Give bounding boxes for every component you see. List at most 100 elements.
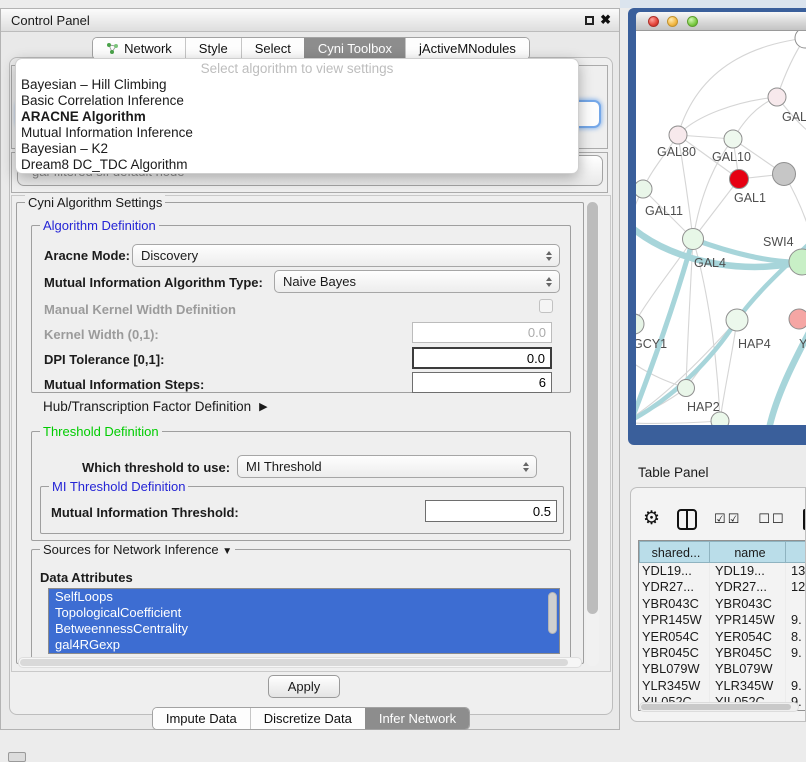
- expanded-arrow-icon[interactable]: ▼: [222, 546, 232, 557]
- dropdown-item-selected[interactable]: ARACNE Algorithm: [16, 109, 578, 125]
- which-threshold-combobox[interactable]: MI Threshold: [237, 455, 537, 478]
- cell[interactable]: YBL079W: [639, 661, 710, 677]
- cell[interactable]: YDR27...: [710, 579, 786, 595]
- settings-horizontal-scrollbar-thumb[interactable]: [20, 659, 568, 666]
- settings-vertical-scrollbar[interactable]: [586, 200, 599, 666]
- network-canvas[interactable]: GAL8 GAL80 GAL10 GAL1 GAL11 SWI4 GAL4 GC…: [636, 31, 806, 425]
- cell[interactable]: YPR145W: [710, 612, 786, 628]
- column-header[interactable]: shared...: [639, 541, 710, 563]
- network-window-titlebar[interactable]: [636, 12, 806, 31]
- settings-horizontal-scrollbar[interactable]: [18, 657, 582, 668]
- cell[interactable]: YPR145W: [639, 612, 710, 628]
- cell[interactable]: YER054C: [710, 629, 786, 645]
- mi-steps-label: Mutual Information Steps:: [44, 377, 204, 392]
- cell[interactable]: YBR043C: [710, 596, 786, 612]
- tab-style[interactable]: Style: [185, 38, 241, 59]
- node-partial-top[interactable]: [795, 31, 806, 48]
- tab-discretize-data[interactable]: Discretize Data: [250, 708, 365, 729]
- cell[interactable]: 9.: [786, 678, 806, 694]
- cell[interactable]: 12: [786, 579, 806, 595]
- node-gray[interactable]: [773, 163, 796, 186]
- cell[interactable]: YDL19...: [639, 563, 710, 579]
- manual-kernel-label: Manual Kernel Width Definition: [44, 302, 236, 317]
- attribute-item-selected[interactable]: BetweennessCentrality: [49, 621, 559, 637]
- node-swi4[interactable]: [789, 249, 806, 275]
- table-row[interactable]: YLR345W YLR345W 9.: [639, 678, 806, 694]
- mi-steps-field[interactable]: [412, 372, 552, 393]
- dropdown-item[interactable]: Mutual Information Inference: [16, 125, 578, 141]
- table-horizontal-scrollbar[interactable]: [639, 702, 799, 712]
- cell[interactable]: 9.: [786, 612, 806, 628]
- cell[interactable]: 13: [786, 563, 806, 579]
- kernel-width-field[interactable]: [412, 322, 552, 343]
- cell[interactable]: YBR045C: [639, 645, 710, 661]
- table-row[interactable]: YBR043C YBR043C: [639, 596, 806, 612]
- attribute-item-selected[interactable]: SelfLoops: [49, 589, 559, 605]
- settings-vertical-scrollbar-thumb[interactable]: [587, 202, 598, 614]
- dropdown-item[interactable]: Bayesian – K2: [16, 141, 578, 157]
- mi-threshold-field[interactable]: [425, 500, 557, 522]
- tab-cyni-toolbox[interactable]: Cyni Toolbox: [304, 38, 405, 59]
- checked-checkboxes-icon[interactable]: ☑☑: [714, 511, 741, 527]
- threshold-definition-title: Threshold Definition: [40, 424, 162, 439]
- node-gal11[interactable]: [636, 180, 652, 198]
- cell[interactable]: YLR345W: [710, 678, 786, 694]
- minimize-traffic-light-icon[interactable]: [667, 16, 678, 27]
- node-gal1-red[interactable]: [730, 170, 749, 189]
- column-header[interactable]: name: [710, 541, 786, 563]
- table-row[interactable]: YBL079W YBL079W: [639, 661, 806, 677]
- close-traffic-light-icon[interactable]: [648, 16, 659, 27]
- column-header[interactable]: A: [786, 541, 806, 563]
- node-salmon[interactable]: [789, 309, 806, 329]
- unchecked-checkboxes-icon[interactable]: ☐☐: [758, 511, 785, 527]
- cell[interactable]: YBL079W: [710, 661, 786, 677]
- table-horizontal-scrollbar-thumb[interactable]: [641, 704, 791, 710]
- apply-button[interactable]: Apply: [268, 675, 340, 698]
- attributes-scrollbar-thumb[interactable]: [548, 592, 557, 634]
- tab-infer-network[interactable]: Infer Network: [365, 708, 469, 729]
- cell[interactable]: YER054C: [639, 629, 710, 645]
- dpi-tolerance-field[interactable]: [412, 347, 552, 369]
- cell[interactable]: [786, 661, 806, 677]
- tab-impute-data[interactable]: Impute Data: [153, 708, 250, 729]
- attributes-scrollbar[interactable]: [548, 591, 557, 651]
- aracne-mode-combobox[interactable]: Discovery: [132, 244, 560, 267]
- node-gcy1[interactable]: [636, 314, 644, 334]
- table-row[interactable]: YER054C YER054C 8.: [639, 629, 806, 645]
- tab-network[interactable]: Network: [93, 38, 185, 59]
- node-gal8[interactable]: [768, 88, 786, 106]
- table-row[interactable]: YDR27... YDR27... 12: [639, 579, 806, 595]
- columns-icon[interactable]: [677, 509, 697, 530]
- cell[interactable]: YBR043C: [639, 596, 710, 612]
- collapsed-panel-button[interactable]: [8, 752, 26, 762]
- hub-definition-toggle[interactable]: Hub/Transcription Factor Definition ▶: [43, 399, 268, 414]
- gear-icon[interactable]: ⚙: [643, 508, 660, 530]
- node-hap2[interactable]: [678, 380, 695, 397]
- cell[interactable]: YBR045C: [710, 645, 786, 661]
- attribute-item-selected[interactable]: TopologicalCoefficient: [49, 605, 559, 621]
- cell[interactable]: 8.: [786, 629, 806, 645]
- close-icon[interactable]: ✖: [600, 12, 611, 28]
- cell[interactable]: YDL19...: [710, 563, 786, 579]
- mi-type-combobox[interactable]: Naive Bayes: [274, 270, 560, 293]
- cell[interactable]: [786, 596, 806, 612]
- cell[interactable]: 9.: [786, 645, 806, 661]
- dropdown-item[interactable]: Bayesian – Hill Climbing: [16, 77, 578, 93]
- cell[interactable]: YLR345W: [639, 678, 710, 694]
- table-row[interactable]: YBR045C YBR045C 9.: [639, 645, 806, 661]
- node-gal80[interactable]: [669, 126, 687, 144]
- table-row[interactable]: YPR145W YPR145W 9.: [639, 612, 806, 628]
- node-gal10[interactable]: [724, 130, 742, 148]
- float-window-icon[interactable]: [585, 16, 594, 25]
- cell[interactable]: YDR27...: [639, 579, 710, 595]
- zoom-traffic-light-icon[interactable]: [687, 16, 698, 27]
- table-row[interactable]: YDL19... YDL19... 13: [639, 563, 806, 579]
- node-hap4[interactable]: [726, 309, 748, 331]
- manual-kernel-checkbox[interactable]: [539, 299, 553, 313]
- tab-select[interactable]: Select: [241, 38, 304, 59]
- attribute-item-selected[interactable]: gal4RGexp: [49, 637, 559, 653]
- tab-jactivemnodules[interactable]: jActiveMNodules: [405, 38, 529, 59]
- dropdown-item[interactable]: Basic Correlation Inference: [16, 93, 578, 109]
- dropdown-item[interactable]: Dream8 DC_TDC Algorithm: [16, 157, 578, 173]
- node-gal4[interactable]: [683, 229, 704, 250]
